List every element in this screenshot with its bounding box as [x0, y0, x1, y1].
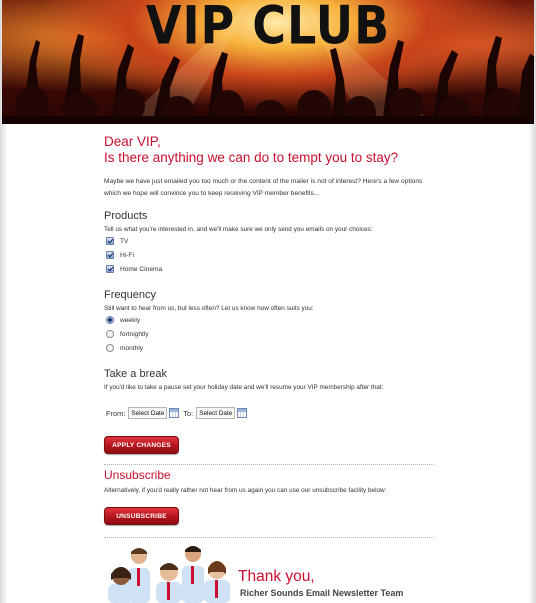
checkbox-checked-icon[interactable]: [106, 237, 114, 245]
frequency-title: Frequency: [104, 289, 156, 301]
checkbox-checked-icon[interactable]: [106, 265, 114, 273]
calendar-icon[interactable]: [169, 408, 180, 418]
product-option-tv[interactable]: TV: [106, 237, 128, 245]
frequency-option-monthly[interactable]: monthly: [106, 344, 143, 352]
apply-changes-button[interactable]: APPLY CHANGES: [104, 436, 179, 454]
calendar-icon[interactable]: [237, 408, 248, 418]
team-photo: [108, 546, 230, 603]
radio-unselected-icon[interactable]: [106, 330, 114, 338]
to-label: To:: [183, 408, 194, 418]
option-label: monthly: [120, 344, 144, 352]
option-label: Hi-Fi: [120, 251, 134, 259]
greeting-line: Dear VIP,: [104, 134, 161, 149]
products-description: Tell us what you're interested in, and w…: [104, 226, 373, 233]
radio-unselected-icon[interactable]: [106, 344, 114, 352]
product-option-hifi[interactable]: Hi-Fi: [106, 251, 134, 259]
thank-you-text: Thank you,: [238, 568, 315, 585]
frequency-description: Still want to hear from us, but less oft…: [104, 305, 314, 312]
option-label: fortnightly: [120, 330, 149, 338]
checkbox-checked-icon[interactable]: [106, 251, 114, 259]
unsubscribe-button[interactable]: UNSUBSCRIBE: [104, 507, 179, 525]
break-title: Take a break: [104, 368, 167, 380]
frequency-option-fortnightly[interactable]: fortnightly: [106, 330, 149, 338]
headline-question: Is there anything we can do to tempt you…: [104, 150, 399, 165]
intro-text: Maybe we have just emailed you too much …: [104, 178, 423, 197]
to-date-input[interactable]: Select Date: [196, 407, 236, 419]
from-label: From:: [106, 408, 126, 418]
product-option-home-cinema[interactable]: Home Cinema: [106, 265, 162, 273]
break-description: If you'd like to take a pause set your h…: [104, 384, 384, 391]
section-divider: [104, 537, 434, 538]
option-label: Home Cinema: [120, 265, 163, 273]
unsubscribe-title: Unsubscribe: [104, 468, 171, 482]
products-title: Products: [104, 210, 148, 222]
option-label: weekly: [120, 316, 141, 324]
main-content: Dear VIP, Is there anything we can do to…: [104, 0, 434, 603]
unsubscribe-description: Alternatively, if you'd really rather no…: [104, 487, 387, 494]
team-signature: Richer Sounds Email Newsletter Team: [240, 588, 404, 598]
option-label: TV: [120, 237, 129, 245]
radio-selected-icon[interactable]: [106, 316, 114, 324]
section-divider: [104, 464, 434, 465]
frequency-option-weekly[interactable]: weekly: [106, 316, 140, 324]
from-date-input[interactable]: Select Date: [128, 407, 168, 419]
holiday-date-range: From: Select Date To: Select Date: [106, 407, 251, 419]
